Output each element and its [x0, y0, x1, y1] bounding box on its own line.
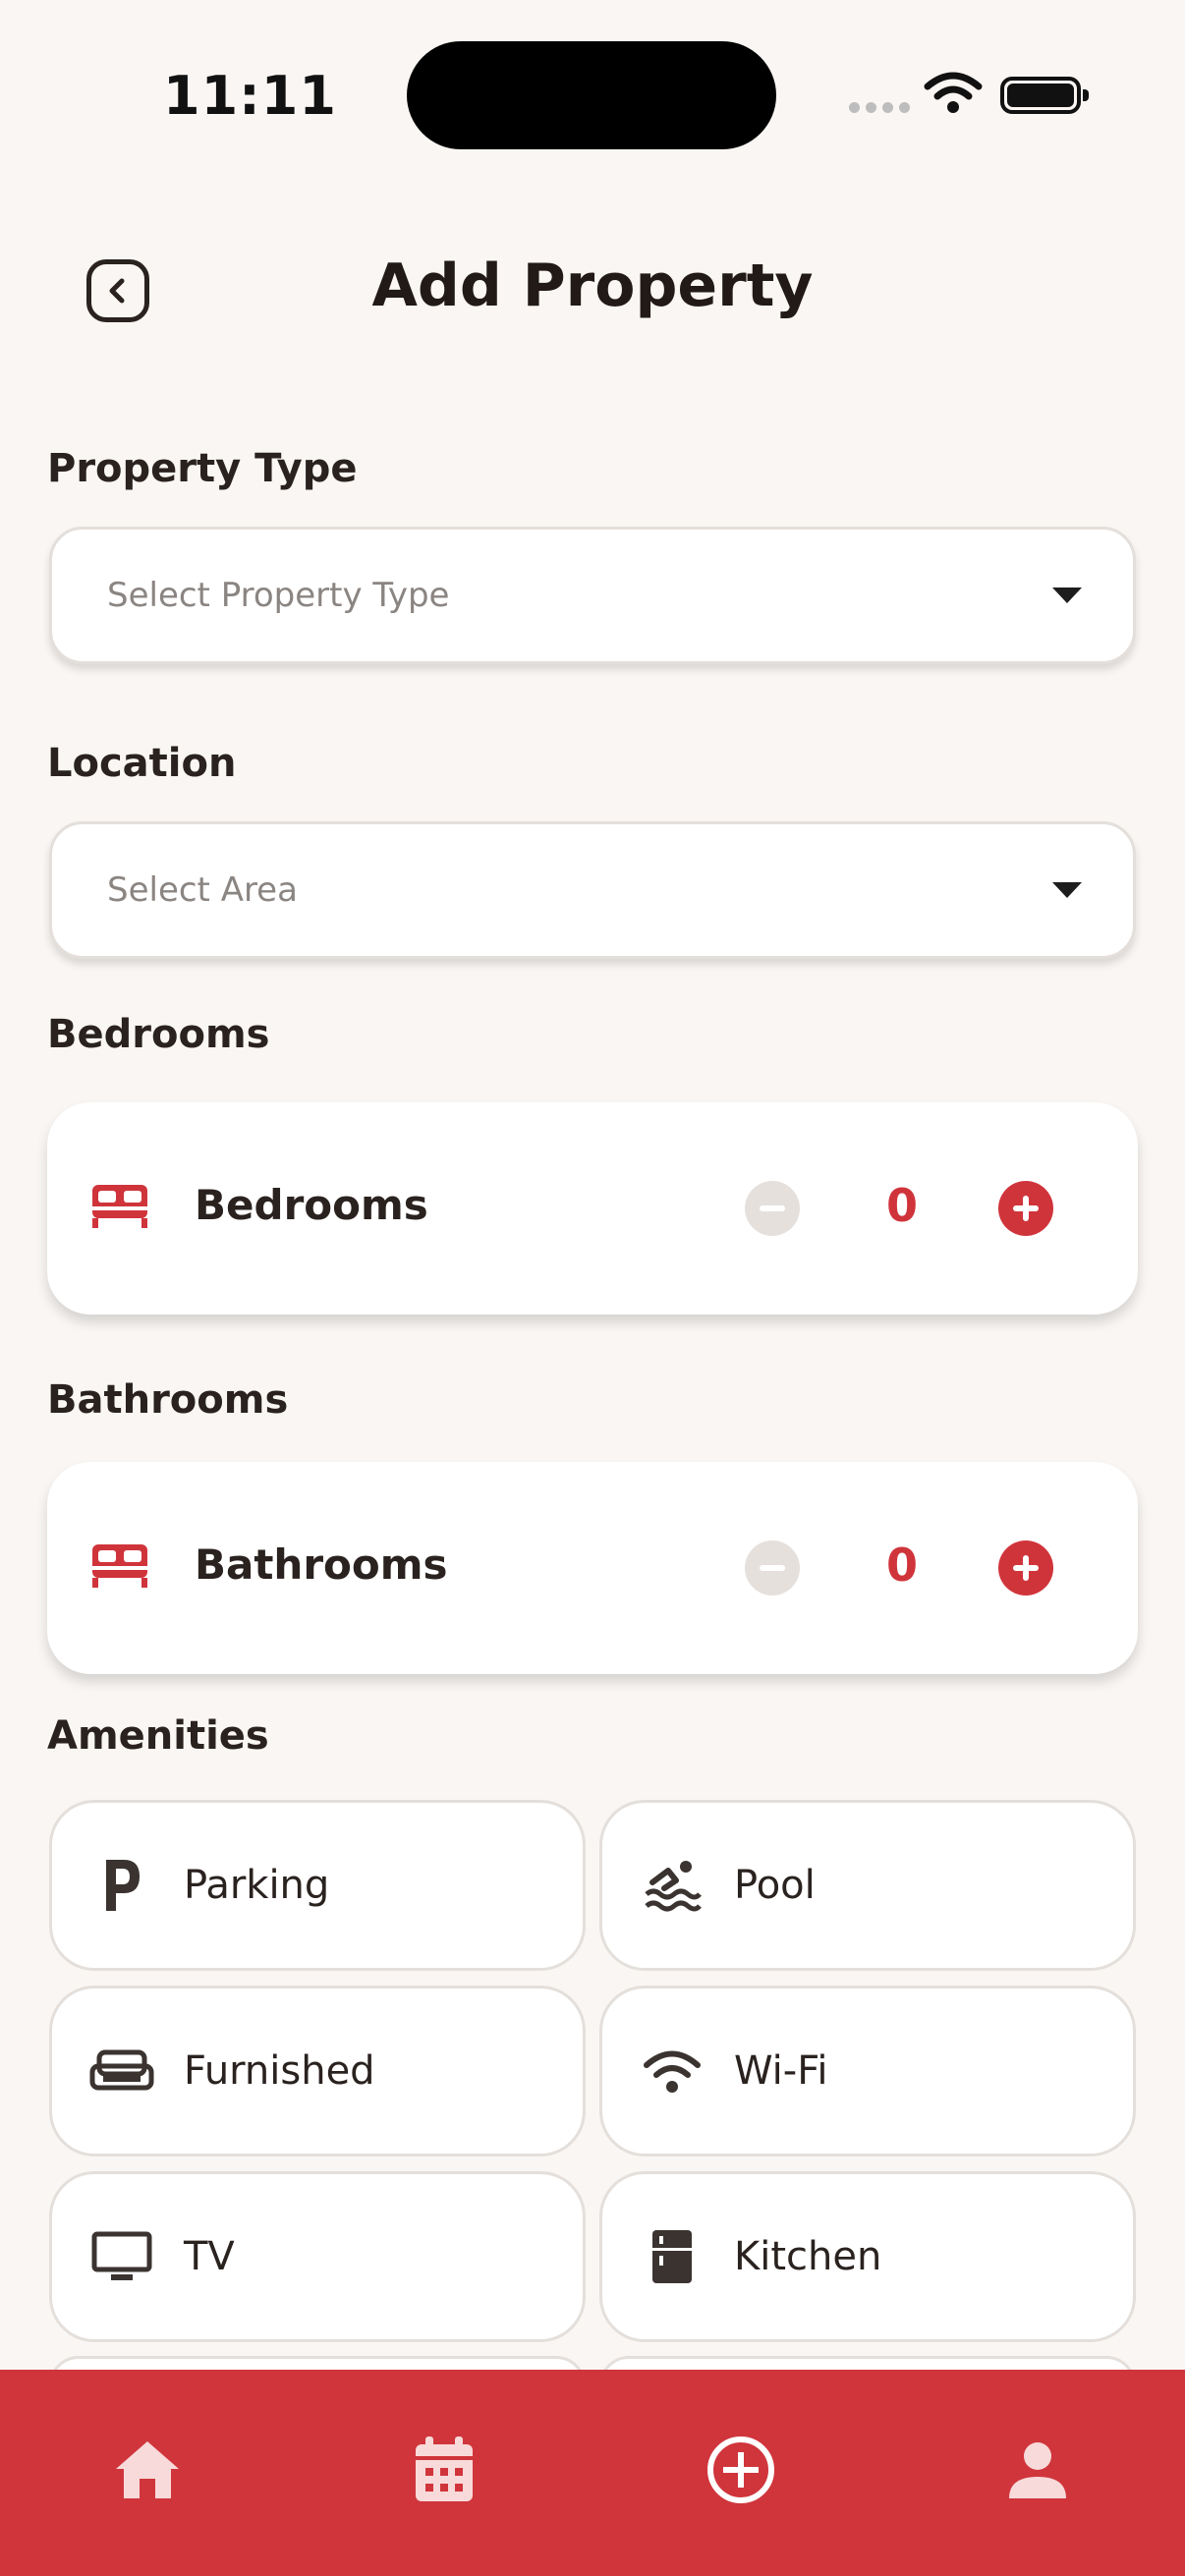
dropdown-arrow-icon	[1052, 882, 1082, 898]
amenity-wifi[interactable]: Wi-Fi	[599, 1986, 1136, 2156]
nav-home[interactable]	[106, 2429, 189, 2511]
tv-icon	[87, 2227, 156, 2286]
bedrooms-card-label: Bedrooms	[195, 1181, 428, 1229]
add-circle-icon	[707, 2436, 774, 2503]
bathrooms-card-label: Bathrooms	[195, 1540, 448, 1589]
amenity-kitchen[interactable]: Kitchen	[599, 2171, 1136, 2342]
amenity-pool[interactable]: Pool	[599, 1800, 1136, 1971]
amenity-parking[interactable]: Parking	[49, 1800, 586, 1971]
bed-icon	[92, 1185, 147, 1228]
status-time: 11:11	[163, 65, 337, 127]
property-type-placeholder: Select Property Type	[107, 576, 450, 615]
property-type-label: Property Type	[47, 446, 358, 491]
parking-icon	[87, 1856, 156, 1915]
nav-profile[interactable]	[996, 2429, 1079, 2511]
profile-icon	[1009, 2442, 1066, 2498]
amenity-label: TV	[184, 2234, 235, 2279]
bedrooms-counter-card: Bedrooms 0	[47, 1102, 1138, 1315]
bedrooms-decrement-button[interactable]	[745, 1181, 800, 1236]
bedrooms-increment-button[interactable]	[998, 1181, 1053, 1236]
bedrooms-section-label: Bedrooms	[47, 1012, 270, 1057]
fridge-icon	[638, 2227, 706, 2286]
cellular-signal-icon	[849, 102, 910, 113]
wifi-icon	[638, 2042, 706, 2100]
dynamic-island	[407, 41, 776, 149]
bathrooms-counter-card: Bathrooms 0	[47, 1462, 1138, 1674]
location-label: Location	[47, 741, 237, 786]
location-placeholder: Select Area	[107, 870, 298, 910]
wifi-status-icon	[924, 72, 983, 113]
amenities-label: Amenities	[47, 1713, 269, 1759]
dropdown-arrow-icon	[1052, 588, 1082, 603]
sofa-icon	[87, 2042, 156, 2100]
calendar-icon	[416, 2436, 473, 2501]
nav-calendar[interactable]	[403, 2429, 485, 2511]
bathrooms-count: 0	[885, 1539, 918, 1592]
property-type-select[interactable]: Select Property Type	[49, 527, 1136, 664]
amenity-label: Kitchen	[734, 2234, 882, 2279]
bed-icon	[92, 1544, 147, 1588]
amenity-label: Wi-Fi	[734, 2048, 828, 2094]
nav-add-property[interactable]	[700, 2429, 782, 2511]
page-title: Add Property	[371, 252, 814, 320]
battery-icon	[1000, 77, 1089, 114]
bathrooms-decrement-button[interactable]	[745, 1540, 800, 1596]
amenity-furnished[interactable]: Furnished	[49, 1986, 586, 2156]
swimming-icon	[638, 1856, 706, 1915]
bathrooms-increment-button[interactable]	[998, 1540, 1053, 1596]
add-property-screen: 11:11 Add Property Property Type Select …	[0, 0, 1185, 2576]
amenity-label: Furnished	[184, 2048, 375, 2094]
bathrooms-section-label: Bathrooms	[47, 1377, 289, 1423]
amenity-label: Parking	[184, 1863, 330, 1908]
location-select[interactable]: Select Area	[49, 821, 1136, 959]
bedrooms-count: 0	[885, 1179, 918, 1232]
home-icon	[116, 2441, 179, 2498]
amenity-label: Pool	[734, 1863, 816, 1908]
bottom-navigation	[0, 2370, 1185, 2576]
amenity-tv[interactable]: TV	[49, 2171, 586, 2342]
